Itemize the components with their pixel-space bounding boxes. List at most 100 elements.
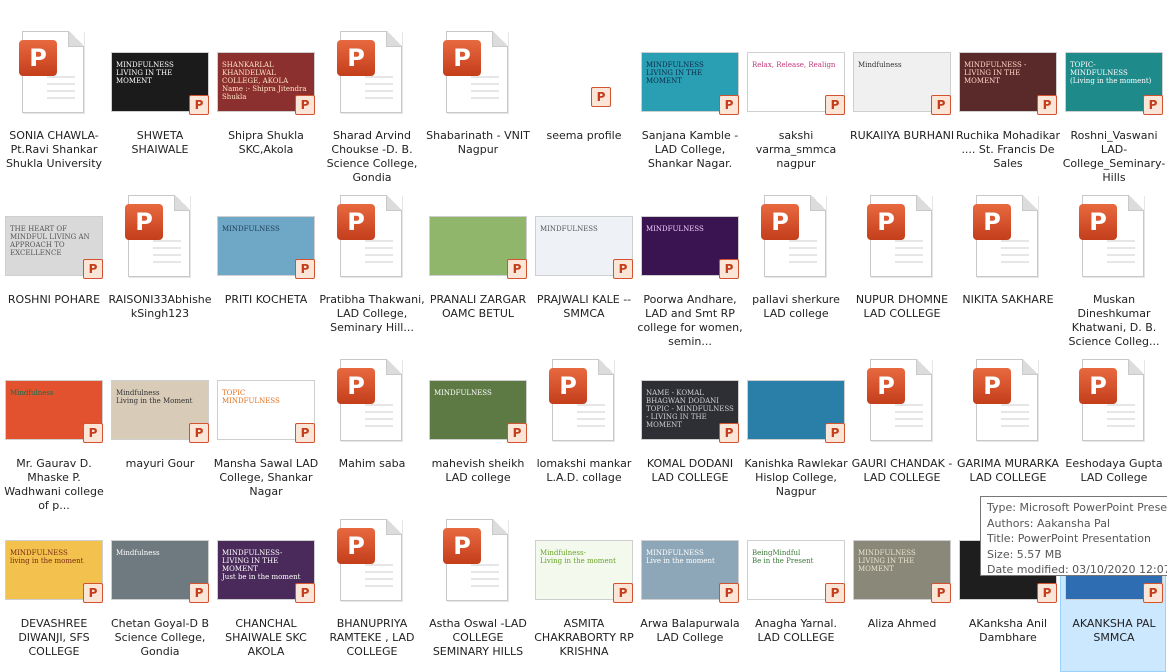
file-name: Mansha Sawal LAD College, Shankar Nagar <box>213 457 319 498</box>
file-item[interactable]: MINDFULNESS P Poorwa Andhare, LAD and Smt … <box>636 188 743 348</box>
powerpoint-badge-icon: P <box>507 423 527 443</box>
file-item[interactable]: P RAISONI33AbhishekSingh123 <box>106 188 212 348</box>
file-item[interactable]: Mindfulness P Chetan Goyal-D B Science Col… <box>106 512 212 672</box>
file-item[interactable]: NAME - KOMAL BHAGWAN DODANI TOPIC - MIND… <box>636 352 742 512</box>
powerpoint-badge-icon: P <box>189 423 209 443</box>
file-item[interactable]: Mindfulness- Living in the moment P ASMITA… <box>530 512 636 672</box>
file-item[interactable]: TOPIC MINDFULNESS P Mansha Sawal LAD Colle… <box>212 352 318 512</box>
file-name: pallavi sherkure LAD college <box>752 293 840 320</box>
powerpoint-badge-icon: P <box>1037 583 1057 603</box>
file-name: Muskan Dineshkumar Khatwani, D. B. Scien… <box>1068 293 1160 348</box>
powerpoint-file-icon: P <box>531 353 637 453</box>
powerpoint-badge-icon: P <box>295 95 315 115</box>
slide-thumbnail: Mindfulness P <box>1 353 107 453</box>
file-name: RAISONI33AbhishekSingh123 <box>108 293 212 320</box>
file-item[interactable]: P SONIA CHAWLA-Pt.Ravi Shankar Shukla Uni… <box>0 24 106 184</box>
file-name: Roshni_Vaswani LAD-College_Seminary-Hill… <box>1062 129 1166 184</box>
powerpoint-badge-icon: P <box>931 583 951 603</box>
slide-thumbnail: MINDFULNESS LIVING IN THE MOMENT P <box>637 25 743 125</box>
file-name: NUPUR DHOMNE LAD COLLEGE <box>855 293 949 320</box>
file-item[interactable]: P NIKITA SAKHARE <box>954 188 1060 348</box>
file-item[interactable]: Plomakshi mankar L.A.D. collage <box>530 352 636 512</box>
powerpoint-badge-icon: P <box>295 259 315 279</box>
file-name: ASMITA CHAKRABORTY RP KRISHNA <box>534 617 634 658</box>
powerpoint-badge-icon: P <box>1143 95 1163 115</box>
file-item[interactable]: MINDFULNESS living in the moment P DEVASHR… <box>0 512 106 672</box>
file-item[interactable]: Mindfulness P RUKAIIYA BURHANI <box>848 24 954 184</box>
tooltip-type: Type: Microsoft PowerPoint Presentation <box>987 501 1167 514</box>
file-name: CHANCHAL SHAIWALE SKC AKOLA <box>225 617 307 658</box>
file-item[interactable]: P Sharad Arvind Choukse -D. B. Science Co… <box>318 24 424 184</box>
file-item[interactable]: Ppallavi sherkure LAD college <box>742 188 848 348</box>
file-item[interactable]: BeingMindful Be in the Present P Anagha Ya… <box>742 512 848 672</box>
file-item[interactable]: P Eeshodaya Gupta LAD College <box>1060 352 1166 512</box>
file-name: Chetan Goyal-D B Science College, Gondia <box>111 617 209 658</box>
powerpoint-badge-icon: P <box>719 423 739 443</box>
slide-thumbnail: MINDFULNESS living in the moment P <box>1 513 107 613</box>
slide-thumbnail: MINDFULNESS - LIVING IN THE MOMENT P <box>955 25 1061 125</box>
file-item[interactable]: P Mahim saba <box>318 352 424 512</box>
powerpoint-file-icon: P <box>849 189 955 289</box>
file-item[interactable]: P GAURI CHANDAK - LAD COLLEGE <box>848 352 954 512</box>
slide-thumbnail: MINDFULNESS- LIVING IN THE MOMENT Just b… <box>213 513 319 613</box>
file-item[interactable]: P Muskan Dineshkumar Khatwani, D. B. Scie… <box>1060 188 1166 348</box>
file-name: Eeshodaya Gupta LAD College <box>1065 457 1163 484</box>
file-item[interactable]: MINDFULNESS P PRAJWALI KALE -- SMMCA <box>530 188 636 348</box>
file-item[interactable]: MINDFULNESS Live in the moment P Arwa Bala… <box>636 512 742 672</box>
file-item[interactable]: MINDFULNESS LIVING IN THE MOMENT P Aliza A… <box>848 512 954 672</box>
file-name: PRANALI ZARGAR OAMC BETUL <box>429 293 527 320</box>
file-item[interactable]: SHANKARLAL KHANDELWAL COLLEGE, AKOLA Nam… <box>212 24 318 184</box>
powerpoint-file-icon: P <box>955 353 1061 453</box>
file-tooltip: Type: Microsoft PowerPoint Presentation … <box>980 496 1167 576</box>
file-item[interactable]: P GARIMA MURARKA LAD COLLEGE <box>954 352 1060 512</box>
powerpoint-badge-icon: P <box>825 583 845 603</box>
file-name: RUKAIIYA BURHANI <box>849 129 955 142</box>
file-item[interactable]: MINDFULNESS - LIVING IN THE MOMENT P Ruchi… <box>954 24 1060 184</box>
file-item[interactable]: MINDFULNESS LIVING IN THE MOMENT P SHWETA … <box>106 24 212 184</box>
file-name: Poorwa Andhare, LAD and Smt RP college f… <box>637 293 743 348</box>
file-item[interactable]: P Astha Oswal -LAD COLLEGE SEMINARY HILLS <box>424 512 530 672</box>
file-name: lomakshi mankar L.A.D. collage <box>536 457 632 484</box>
file-item[interactable]: Mindfulness P Mr. Gaurav D. Mhaske P. Wadh… <box>0 352 106 512</box>
powerpoint-file-icon: P <box>743 189 849 289</box>
file-item[interactable]: Mindfulness Living in the Moment P mayuri … <box>106 352 212 512</box>
tooltip-title: Title: PowerPoint Presentation <box>987 532 1151 545</box>
file-name: Shabarinath - VNIT Nagpur <box>426 129 530 156</box>
slide-thumbnail: TOPIC- MINDFULNESS (Living in the moment… <box>1061 25 1167 125</box>
powerpoint-badge-icon: P <box>1037 95 1057 115</box>
powerpoint-badge-icon: P <box>931 95 951 115</box>
slide-thumbnail: P <box>743 353 849 453</box>
file-name: GARIMA MURARKA LAD COLLEGE <box>957 457 1059 484</box>
file-name: KOMAL DODANI LAD COLLEGE <box>646 457 734 484</box>
file-item[interactable]: P BHANUPRIYA RAMTEKE , LAD COLLEGE <box>318 512 424 672</box>
file-item[interactable]: MINDFULNESS P mahevish sheikh LAD college <box>424 352 530 512</box>
file-name: Anagha Yarnal. LAD COLLEGE <box>755 617 837 644</box>
powerpoint-badge-icon: P <box>1143 583 1163 603</box>
file-item[interactable]: THE HEART OF MINDFUL LIVING AN APPROACH … <box>0 188 106 348</box>
slide-thumbnail: P <box>425 189 531 289</box>
slide-thumbnail: Mindfulness Living in the Moment P <box>107 353 213 453</box>
file-item[interactable]: Pseema profile <box>530 24 636 184</box>
file-name: Astha Oswal -LAD COLLEGE SEMINARY HILLS <box>429 617 527 658</box>
file-item[interactable]: MINDFULNESS P PRITI KOCHETA <box>212 188 318 348</box>
slide-thumbnail: SHANKARLAL KHANDELWAL COLLEGE, AKOLA Nam… <box>213 25 319 125</box>
file-item[interactable]: MINDFULNESS LIVING IN THE MOMENT P Sanjana… <box>636 24 742 184</box>
powerpoint-badge-icon: P <box>825 423 845 443</box>
slide-thumbnail: BeingMindful Be in the Present P <box>743 513 849 613</box>
file-item[interactable]: P Shabarinath - VNIT Nagpur <box>424 24 530 184</box>
file-item[interactable]: P NUPUR DHOMNE LAD COLLEGE <box>848 188 954 348</box>
file-name: Sanjana Kamble - LAD College, Shankar Na… <box>641 129 739 170</box>
file-item[interactable]: MINDFULNESS- LIVING IN THE MOMENT Just b… <box>212 512 318 672</box>
powerpoint-badge-icon: P <box>531 25 637 125</box>
file-name: Arwa Balapurwala LAD College <box>640 617 740 644</box>
powerpoint-file-icon: P <box>107 189 213 289</box>
slide-thumbnail: Mindfulness P <box>107 513 213 613</box>
file-item[interactable]: P PRANALI ZARGAR OAMC BETUL <box>424 188 530 348</box>
slide-thumbnail: MINDFULNESS P <box>213 189 319 289</box>
file-item[interactable]: Relax, Release, Realign Psakshi varma_smm… <box>742 24 848 184</box>
file-item[interactable]: P Pratibha Thakwani, LAD College, Seminar… <box>318 188 425 348</box>
slide-thumbnail: THE HEART OF MINDFUL LIVING AN APPROACH … <box>1 189 107 289</box>
file-item[interactable]: TOPIC- MINDFULNESS (Living in the moment… <box>1060 24 1166 184</box>
powerpoint-badge-icon: P <box>613 259 633 279</box>
file-item[interactable]: P Kanishka Rawlekar Hislop College, Nagpu… <box>742 352 848 512</box>
